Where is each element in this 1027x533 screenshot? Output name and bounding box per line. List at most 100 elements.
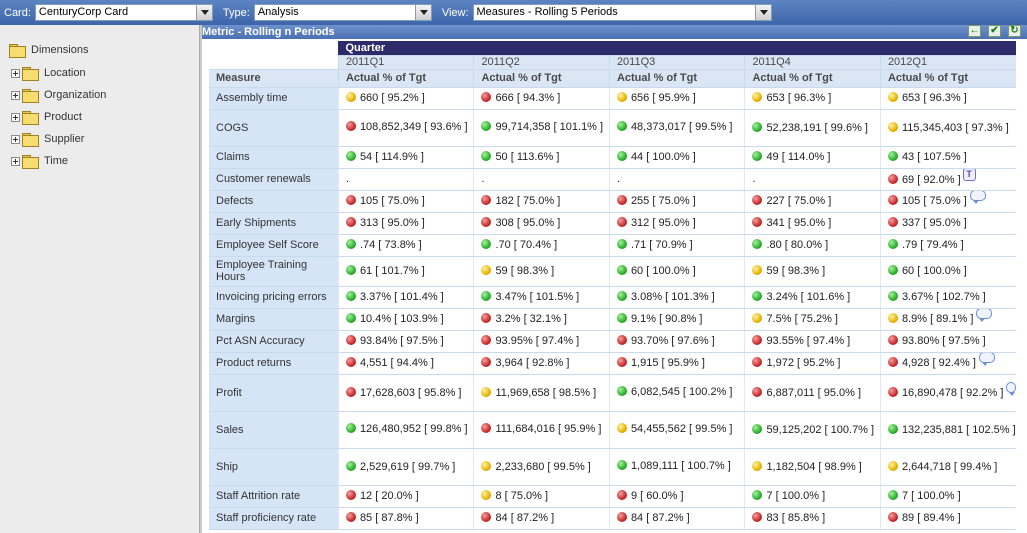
value-cell[interactable]: 1,182,504 [ 98.9% ] xyxy=(744,448,881,486)
value-cell[interactable]: 2,233,680 [ 99.5% ] xyxy=(473,448,610,486)
value-cell[interactable]: 84 [ 87.2% ] xyxy=(608,507,745,530)
value-cell[interactable]: 111,684,016 [ 95.9% ] xyxy=(473,411,610,449)
value-cell[interactable]: 3.47% [ 101.5% ] xyxy=(473,286,610,309)
value-cell[interactable]: 308 [ 95.0% ] xyxy=(473,212,610,235)
value-cell[interactable]: .80 [ 80.0% ] xyxy=(744,234,881,257)
value-cell[interactable]: 656 [ 95.9% ] xyxy=(608,87,745,110)
tree-item-location[interactable]: Location xyxy=(11,67,86,81)
value-cell[interactable]: 1,972 [ 95.2% ] xyxy=(744,352,881,375)
value-cell[interactable]: 93.95% [ 97.4% ] xyxy=(473,330,610,353)
value-cell[interactable]: 69 [ 92.0% ] T xyxy=(879,168,1016,191)
value-cell[interactable]: 59 [ 98.3% ] xyxy=(473,256,610,287)
value-cell[interactable]: 9.1% [ 90.8% ] xyxy=(608,308,745,331)
value-cell[interactable]: 11,969,658 [ 98.5% ] xyxy=(473,374,610,412)
value-cell[interactable]: 653 [ 96.3% ] xyxy=(879,87,1016,110)
measure-cell[interactable]: Invoicing pricing errors xyxy=(209,286,339,309)
measure-cell[interactable]: Pct ASN Accuracy xyxy=(209,330,339,353)
value-cell[interactable]: 43 [ 107.5% ] xyxy=(879,146,1016,169)
value-cell[interactable]: 227 [ 75.0% ] xyxy=(744,190,881,213)
value-cell[interactable]: 44 [ 100.0% ] xyxy=(608,146,745,169)
value-cell[interactable]: 16,890,478 [ 92.2% ] xyxy=(879,374,1016,412)
value-cell[interactable]: 3.37% [ 101.4% ] xyxy=(337,286,474,309)
value-cell[interactable]: 6,082,545 [ 100.2% ] xyxy=(608,374,745,412)
expand-plus-icon[interactable] xyxy=(11,156,20,166)
value-cell[interactable]: 3.24% [ 101.6% ] xyxy=(744,286,881,309)
measure-cell[interactable]: Staff Attrition rate xyxy=(209,485,339,508)
comment-bubble-icon[interactable] xyxy=(976,308,993,322)
value-cell[interactable]: 105 [ 75.0% ] xyxy=(337,190,474,213)
value-cell[interactable]: 60 [ 100.0% ] xyxy=(608,256,745,287)
measure-cell[interactable]: Assembly time xyxy=(209,87,339,110)
value-cell[interactable]: 17,628,603 [ 95.8% ] xyxy=(337,374,474,412)
value-cell[interactable]: 108,852,349 [ 93.6% ] xyxy=(337,109,474,147)
value-cell[interactable]: 12 [ 20.0% ] xyxy=(337,485,474,508)
value-cell[interactable]: .70 [ 70.4% ] xyxy=(473,234,610,257)
period-header[interactable]: 2011Q4 xyxy=(744,55,881,70)
measure-cell[interactable]: Claims xyxy=(209,146,339,169)
chevron-down-icon[interactable] xyxy=(414,5,431,20)
refresh-button[interactable]: ↻ xyxy=(1008,25,1021,37)
measure-cell[interactable]: Employee Training Hours xyxy=(209,256,339,287)
value-cell[interactable]: 2,529,619 [ 99.7% ] xyxy=(337,448,474,486)
value-cell[interactable]: 8.9% [ 89.1% ] xyxy=(879,308,1016,331)
measure-cell[interactable]: Early Shipments xyxy=(209,212,339,235)
column-label-header[interactable]: Actual % of Tgt xyxy=(337,69,474,88)
expand-plus-icon[interactable] xyxy=(11,134,20,144)
measure-cell[interactable]: COGS xyxy=(209,109,339,147)
comment-bubble-icon[interactable] xyxy=(1006,381,1016,396)
value-cell[interactable]: 85 [ 87.8% ] xyxy=(337,507,474,530)
value-cell[interactable]: 105 [ 75.0% ] xyxy=(879,190,1016,213)
type-select[interactable]: Analysis xyxy=(253,4,432,21)
value-cell[interactable]: 3.67% [ 102.7% ] xyxy=(879,286,1016,309)
value-cell[interactable]: 93.80% [ 97.5% ] xyxy=(879,330,1016,353)
value-cell[interactable]: 660 [ 95.2% ] xyxy=(337,87,474,110)
measure-cell[interactable]: Ship xyxy=(209,448,339,486)
value-cell[interactable]: 2,644,718 [ 99.4% ] xyxy=(879,448,1016,486)
chevron-down-icon[interactable] xyxy=(754,5,771,20)
value-cell[interactable]: 9 [ 60.0% ] xyxy=(608,485,745,508)
value-cell[interactable]: 115,345,403 [ 97.3% ] xyxy=(879,109,1016,147)
value-cell[interactable]: 126,480,952 [ 99.8% ] xyxy=(337,411,474,449)
value-cell[interactable]: 313 [ 95.0% ] xyxy=(337,212,474,235)
comment-bubble-icon[interactable] xyxy=(969,190,986,204)
value-cell[interactable]: .74 [ 73.8% ] xyxy=(337,234,474,257)
value-cell[interactable]: 337 [ 95.0% ] xyxy=(879,212,1016,235)
value-cell[interactable]: 341 [ 95.0% ] xyxy=(744,212,881,235)
value-cell[interactable]: . xyxy=(337,168,474,191)
measure-cell[interactable]: Customer renewals xyxy=(209,168,339,191)
value-cell[interactable]: 3,964 [ 92.8% ] xyxy=(473,352,610,375)
value-cell[interactable]: 54,455,562 [ 99.5% ] xyxy=(608,411,745,449)
back-arrow-button[interactable]: ← xyxy=(968,25,981,37)
value-cell[interactable]: 93.55% [ 97.4% ] xyxy=(744,330,881,353)
value-cell[interactable]: 49 [ 114.0% ] xyxy=(744,146,881,169)
tree-item-supplier[interactable]: Supplier xyxy=(11,133,84,147)
view-select[interactable]: Measures - Rolling 5 Periods xyxy=(472,4,772,21)
target-note-icon[interactable]: T xyxy=(962,168,976,181)
tree-item-product[interactable]: Product xyxy=(11,111,82,125)
value-cell[interactable]: .71 [ 70.9% ] xyxy=(608,234,745,257)
value-cell[interactable]: 666 [ 94.3% ] xyxy=(473,87,610,110)
column-label-header[interactable]: Actual % of Tgt xyxy=(879,69,1016,88)
column-label-header[interactable]: Actual % of Tgt xyxy=(473,69,610,88)
value-cell[interactable]: 61 [ 101.7% ] xyxy=(337,256,474,287)
measure-cell[interactable]: Employee Self Score xyxy=(209,234,339,257)
value-cell[interactable]: .79 [ 79.4% ] xyxy=(879,234,1016,257)
apply-button[interactable]: ✔ xyxy=(988,25,1001,37)
value-cell[interactable]: 93.70% [ 97.6% ] xyxy=(608,330,745,353)
value-cell[interactable]: 3.08% [ 101.3% ] xyxy=(608,286,745,309)
measure-header[interactable]: Measure xyxy=(209,69,339,88)
value-cell[interactable]: 60 [ 100.0% ] xyxy=(879,256,1016,287)
value-cell[interactable]: 6,887,011 [ 95.0% ] xyxy=(744,374,881,412)
value-cell[interactable]: 3.2% [ 32.1% ] xyxy=(473,308,610,331)
tree-root-dimensions[interactable]: Dimensions xyxy=(9,44,88,58)
value-cell[interactable]: 48,373,017 [ 99.5% ] xyxy=(608,109,745,147)
value-cell[interactable]: 132,235,881 [ 102.5% ] xyxy=(879,411,1016,449)
value-cell[interactable]: 182 [ 75.0% ] xyxy=(473,190,610,213)
value-cell[interactable]: 99,714,358 [ 101.1% ] xyxy=(473,109,610,147)
value-cell[interactable]: 312 [ 95.0% ] xyxy=(608,212,745,235)
measure-cell[interactable]: Sales xyxy=(209,411,339,449)
value-cell[interactable]: 4,928 [ 92.4% ] xyxy=(879,352,1016,375)
quarter-header[interactable]: Quarter xyxy=(338,41,1016,56)
expand-plus-icon[interactable] xyxy=(11,112,20,122)
value-cell[interactable]: 84 [ 87.2% ] xyxy=(473,507,610,530)
